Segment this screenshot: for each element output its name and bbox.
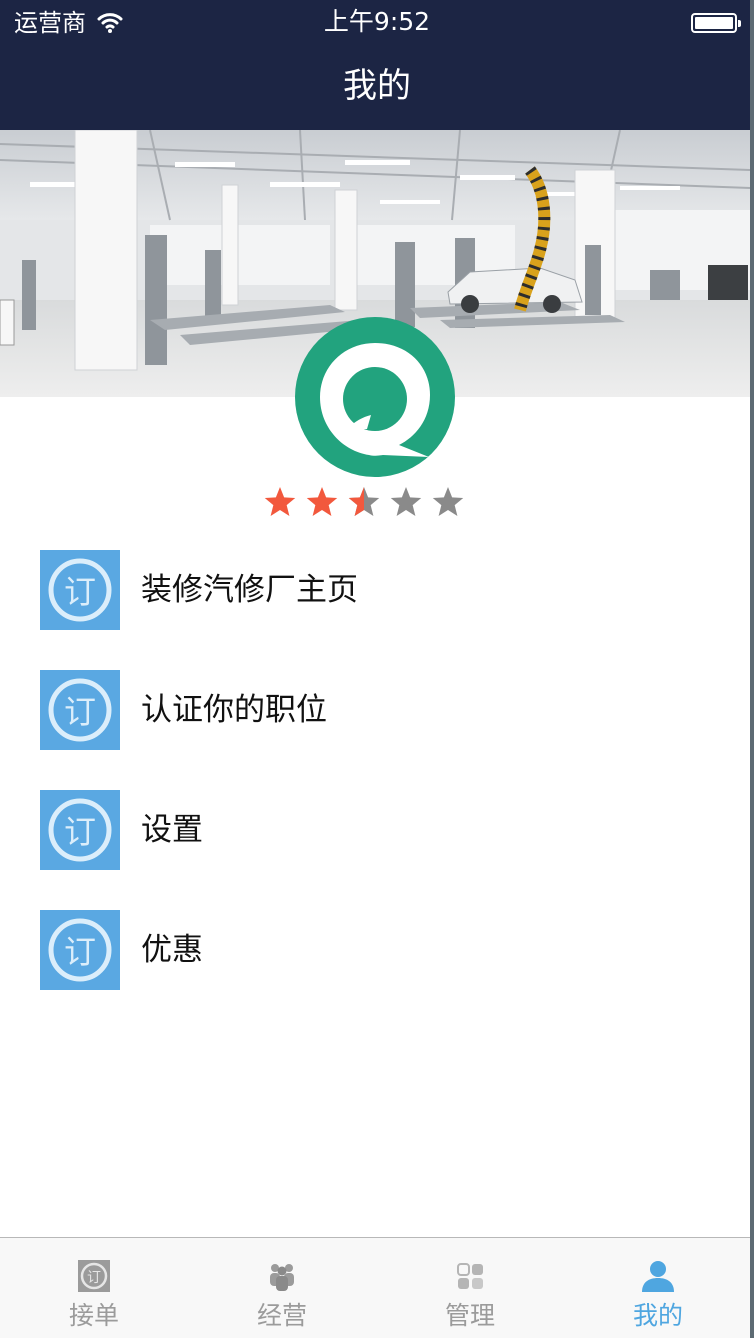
avatar[interactable]: [295, 317, 455, 477]
menu-item-discounts[interactable]: 订 优惠: [40, 910, 700, 990]
star-icon: [264, 487, 296, 516]
menu-item-label: 设置: [141, 812, 203, 848]
grid-icon: [457, 1263, 483, 1289]
star-icon: [390, 487, 422, 516]
svg-text:订: 订: [64, 813, 96, 851]
tab-orders[interactable]: 订 接单: [0, 1238, 188, 1338]
tab-bar: 订 接单 经营 管理 我的: [0, 1237, 750, 1338]
ding-icon: 订: [78, 1260, 110, 1292]
svg-text:订: 订: [64, 933, 96, 971]
tab-mine[interactable]: 我的: [564, 1238, 752, 1338]
menu-item-label: 认证你的职位: [141, 692, 327, 728]
tab-management[interactable]: 管理: [376, 1238, 564, 1338]
tab-label: 管理: [444, 1301, 495, 1330]
battery-icon: [691, 13, 741, 33]
ding-icon: 订: [40, 790, 120, 870]
status-time: 上午9:52: [323, 7, 431, 36]
menu-item-label: 优惠: [141, 932, 203, 968]
menu-item-settings[interactable]: 订 设置: [40, 790, 700, 870]
window-edge: [750, 0, 754, 1338]
rating-stars: [263, 485, 473, 519]
svg-text:订: 订: [64, 693, 96, 731]
tab-label: 经营: [256, 1301, 307, 1330]
person-icon: [642, 1261, 674, 1292]
tab-label: 接单: [68, 1301, 119, 1330]
tab-label: 我的: [632, 1301, 683, 1330]
page-title: 我的: [343, 66, 411, 106]
ding-icon: 订: [40, 670, 120, 750]
menu-item-shop-homepage[interactable]: 订 装修汽修厂主页: [40, 550, 700, 630]
tab-business[interactable]: 经营: [188, 1238, 376, 1338]
svg-text:订: 订: [87, 1270, 101, 1286]
people-icon: [270, 1264, 294, 1291]
star-icon: [306, 487, 338, 516]
star-icon: [432, 487, 464, 516]
navigation-bar: 我的: [0, 46, 754, 130]
ding-icon: 订: [40, 550, 120, 630]
ding-icon: 订: [40, 910, 120, 990]
menu-item-verify-position[interactable]: 订 认证你的职位: [40, 670, 700, 750]
menu-item-label: 装修汽修厂主页: [141, 572, 358, 608]
status-bar: 运营商 上午9:52: [0, 0, 754, 46]
star-icon: [348, 487, 380, 516]
svg-text:订: 订: [64, 573, 96, 611]
